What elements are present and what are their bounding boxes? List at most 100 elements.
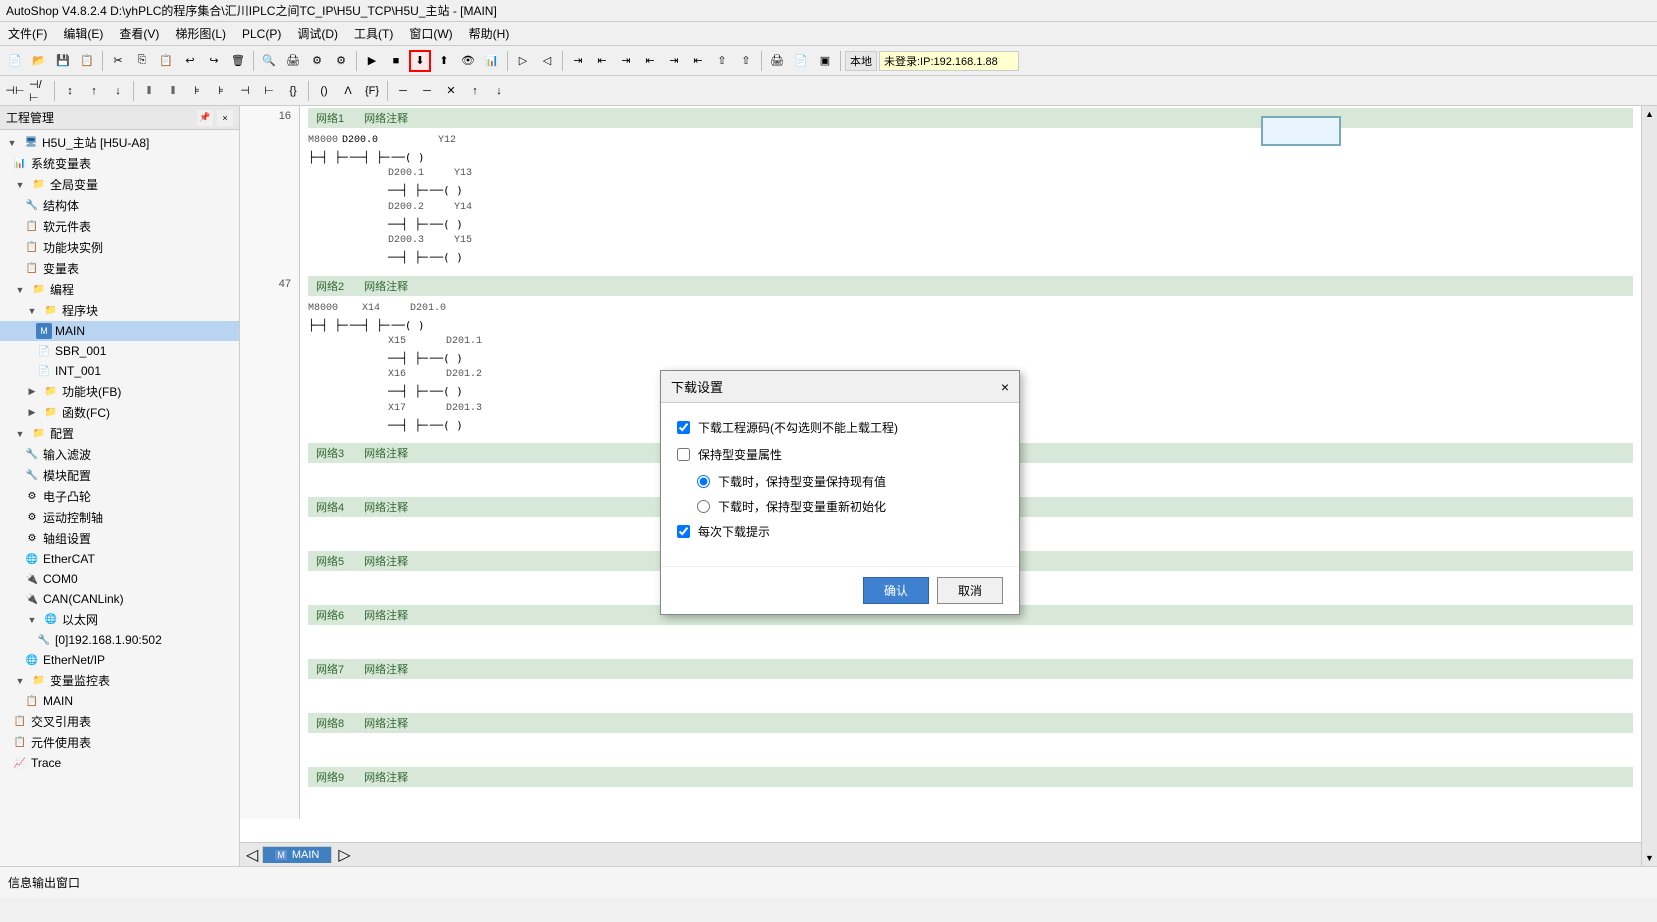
tb-save[interactable]: 💾: [52, 50, 74, 72]
tree-item-progblock[interactable]: ▼ 📁 程序块: [0, 300, 239, 321]
tb-b4[interactable]: ⇤: [591, 50, 613, 72]
tb2-b13[interactable]: (): [313, 80, 335, 102]
tree-item-ethernetip[interactable]: 🌐 EtherNet/IP: [0, 650, 239, 670]
checkbox-retain-var[interactable]: [677, 448, 690, 461]
tree-item-ip-config[interactable]: 🔧 [0]192.168.1.90:502: [0, 630, 239, 650]
scroll-right-btn[interactable]: ▷: [334, 845, 354, 865]
scroll-up-btn[interactable]: ▲: [1642, 106, 1657, 122]
tb-run[interactable]: ▶: [361, 50, 383, 72]
tb-b1[interactable]: ▷: [512, 50, 534, 72]
tb2-b1[interactable]: ⊣⊢: [4, 80, 26, 102]
tree-item-config[interactable]: ▼ 📁 配置: [0, 423, 239, 444]
tree-item-main-monitor[interactable]: 📋 MAIN: [0, 691, 239, 711]
tree-item-fc[interactable]: ▶ 📁 函数(FC): [0, 402, 239, 423]
menu-file[interactable]: 文件(F): [0, 23, 55, 44]
checkbox-download-source[interactable]: [677, 421, 690, 434]
tb-print[interactable]: 🖨: [282, 50, 304, 72]
tb-delete[interactable]: 🗑: [227, 50, 249, 72]
tb-saveas[interactable]: 📋: [76, 50, 98, 72]
tb-b12[interactable]: 📄: [790, 50, 812, 72]
tb-b5[interactable]: ⇥: [615, 50, 637, 72]
tree-item-sysvar[interactable]: 📊 系统变量表: [0, 153, 239, 174]
menu-tools[interactable]: 工具(T): [346, 23, 401, 44]
tree-item-vartable[interactable]: 📋 变量表: [0, 258, 239, 279]
menu-edit[interactable]: 编辑(E): [55, 23, 111, 44]
tb2-b2[interactable]: ⊣/⊢: [28, 80, 50, 102]
tb2-b6[interactable]: ‖: [138, 80, 160, 102]
tb-b2[interactable]: ◁: [536, 50, 558, 72]
tb-compile[interactable]: ⚙: [306, 50, 328, 72]
menu-help[interactable]: 帮助(H): [461, 23, 518, 44]
tb2-b20[interactable]: ↓: [488, 80, 510, 102]
tb2-b10[interactable]: ⊣: [234, 80, 256, 102]
tb-monitor2[interactable]: 📊: [481, 50, 503, 72]
tb-upload[interactable]: ⬆: [433, 50, 455, 72]
tree-item-fbinst[interactable]: 📋 功能块实例: [0, 237, 239, 258]
scroll-track[interactable]: [1642, 122, 1657, 850]
radio-keep-value[interactable]: [697, 475, 710, 488]
tree-item-sbr001[interactable]: 📄 SBR_001: [0, 341, 239, 361]
tb-b11[interactable]: 🖨: [766, 50, 788, 72]
tree-item-ethernet[interactable]: ▼ 🌐 以太网: [0, 609, 239, 630]
tb2-b8[interactable]: ⊧: [186, 80, 208, 102]
tb-search[interactable]: 🔍: [258, 50, 280, 72]
tree-item-varmonitor[interactable]: ▼ 📁 变量监控表: [0, 670, 239, 691]
tree-item-softelem[interactable]: 📋 软元件表: [0, 216, 239, 237]
menu-window[interactable]: 窗口(W): [401, 23, 460, 44]
menu-debug[interactable]: 调试(D): [289, 23, 346, 44]
tb2-b16[interactable]: ─: [392, 80, 414, 102]
tree-item-h5u[interactable]: ▼ 🖥 H5U_主站 [H5U-A8]: [0, 132, 239, 153]
tree-item-moduleconfig[interactable]: 🔧 模块配置: [0, 465, 239, 486]
dialog-close-btn[interactable]: ×: [1001, 379, 1009, 395]
panel-pin-btn[interactable]: 📌: [197, 110, 213, 126]
tb2-b4[interactable]: ↑: [83, 80, 105, 102]
tb2-b9[interactable]: ⊧: [210, 80, 232, 102]
tb2-b18[interactable]: ✕: [440, 80, 462, 102]
tb2-b17[interactable]: ─: [416, 80, 438, 102]
tb-b10[interactable]: ⇧: [735, 50, 757, 72]
tb2-b7[interactable]: ‖: [162, 80, 184, 102]
tree-item-canlink[interactable]: 🔌 CAN(CANLink): [0, 589, 239, 609]
tb2-b14[interactable]: Λ: [337, 80, 359, 102]
tb-stop[interactable]: ■: [385, 50, 407, 72]
tb2-b3[interactable]: ↕: [59, 80, 81, 102]
tb-undo[interactable]: ↩: [179, 50, 201, 72]
tree-item-electroniccam[interactable]: ⚙ 电子凸轮: [0, 486, 239, 507]
tb-b8[interactable]: ⇤: [687, 50, 709, 72]
menu-view[interactable]: 查看(V): [111, 23, 167, 44]
tree-item-main[interactable]: M MAIN: [0, 321, 239, 341]
radio-reinit[interactable]: [697, 500, 710, 513]
tb-b3[interactable]: ⇥: [567, 50, 589, 72]
tb-b6[interactable]: ⇤: [639, 50, 661, 72]
tb-b7[interactable]: ⇥: [663, 50, 685, 72]
tb-cut[interactable]: ✂: [107, 50, 129, 72]
right-scrollbar[interactable]: ▲ ▼: [1641, 106, 1657, 866]
dialog-cancel-btn[interactable]: 取消: [937, 577, 1003, 604]
tb2-b15[interactable]: {F}: [361, 80, 383, 102]
tree-item-trace[interactable]: 📈 Trace: [0, 753, 239, 773]
tb2-b11[interactable]: ⊢: [258, 80, 280, 102]
tree-item-ethercat[interactable]: 🌐 EtherCAT: [0, 549, 239, 569]
tree-item-motionaxis[interactable]: ⚙ 运动控制轴: [0, 507, 239, 528]
tb-compile2[interactable]: ⚙: [330, 50, 352, 72]
tb-open[interactable]: 📂: [28, 50, 50, 72]
tree-item-axisgroup[interactable]: ⚙ 轴组设置: [0, 528, 239, 549]
tb-monitor[interactable]: 👁: [457, 50, 479, 72]
tree-item-struct[interactable]: 🔧 结构体: [0, 195, 239, 216]
tb-b9[interactable]: ⇧: [711, 50, 733, 72]
checkbox-prompt-each[interactable]: [677, 525, 690, 538]
tb-new[interactable]: 📄: [4, 50, 26, 72]
tree-item-com0[interactable]: 🔌 COM0: [0, 569, 239, 589]
tree-item-fb[interactable]: ▶ 📁 功能块(FB): [0, 381, 239, 402]
tree-item-inputfilter[interactable]: 🔧 输入滤波: [0, 444, 239, 465]
tree-item-int001[interactable]: 📄 INT_001: [0, 361, 239, 381]
tree-item-elem-usage[interactable]: 📋 元件使用表: [0, 732, 239, 753]
scroll-down-btn[interactable]: ▼: [1642, 850, 1657, 866]
tb-copy[interactable]: ⎘: [131, 50, 153, 72]
tb-paste[interactable]: 📋: [155, 50, 177, 72]
menu-ladder[interactable]: 梯形图(L): [167, 23, 234, 44]
tb2-b12[interactable]: {}: [282, 80, 304, 102]
tb-redo[interactable]: ↪: [203, 50, 225, 72]
menu-plc[interactable]: PLC(P): [234, 25, 289, 43]
tree-item-globalvar[interactable]: ▼ 📁 全局变量: [0, 174, 239, 195]
